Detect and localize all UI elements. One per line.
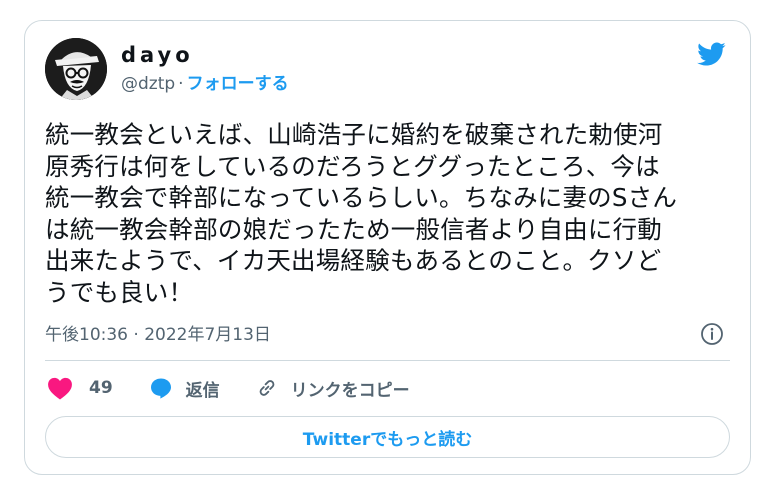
tweet-timestamp[interactable]: 午後10:36 · 2022年7月13日 [45, 324, 271, 346]
twitter-bird-icon[interactable] [694, 39, 728, 69]
reply-label: 返信 [185, 380, 220, 401]
link-icon [256, 377, 278, 399]
copy-link-button[interactable]: リンクをコピー [256, 376, 410, 401]
info-icon[interactable] [700, 322, 724, 346]
speech-bubble-icon [149, 376, 173, 400]
author-handle[interactable]: @dztp [121, 74, 175, 94]
separator-dot: · [178, 74, 184, 94]
action-bar: 49 返信 リンクをコピー [47, 373, 410, 403]
read-more-button[interactable]: Twitterでもっと読む [45, 416, 730, 458]
copy-link-label: リンクをコピー [290, 380, 410, 401]
tweet-text: 統一教会といえば、山崎浩子に婚約を破棄された勅使河 原秀行は何をしているのだろう… [45, 120, 678, 307]
tweet-embed-card: dayo @dztp · フォローする 統一教会といえば、山崎浩子に婚約を破棄された… [24, 20, 751, 475]
author-display-name[interactable]: dayo [121, 43, 194, 67]
like-count: 49 [89, 378, 113, 398]
follow-button[interactable]: フォローする [187, 74, 289, 94]
author-handle-row: @dztp · フォローする [121, 73, 289, 95]
reply-button[interactable]: 返信 [149, 376, 256, 401]
divider [45, 360, 730, 361]
like-button[interactable]: 49 [47, 376, 149, 400]
avatar[interactable] [45, 38, 107, 100]
heart-icon [47, 376, 73, 400]
